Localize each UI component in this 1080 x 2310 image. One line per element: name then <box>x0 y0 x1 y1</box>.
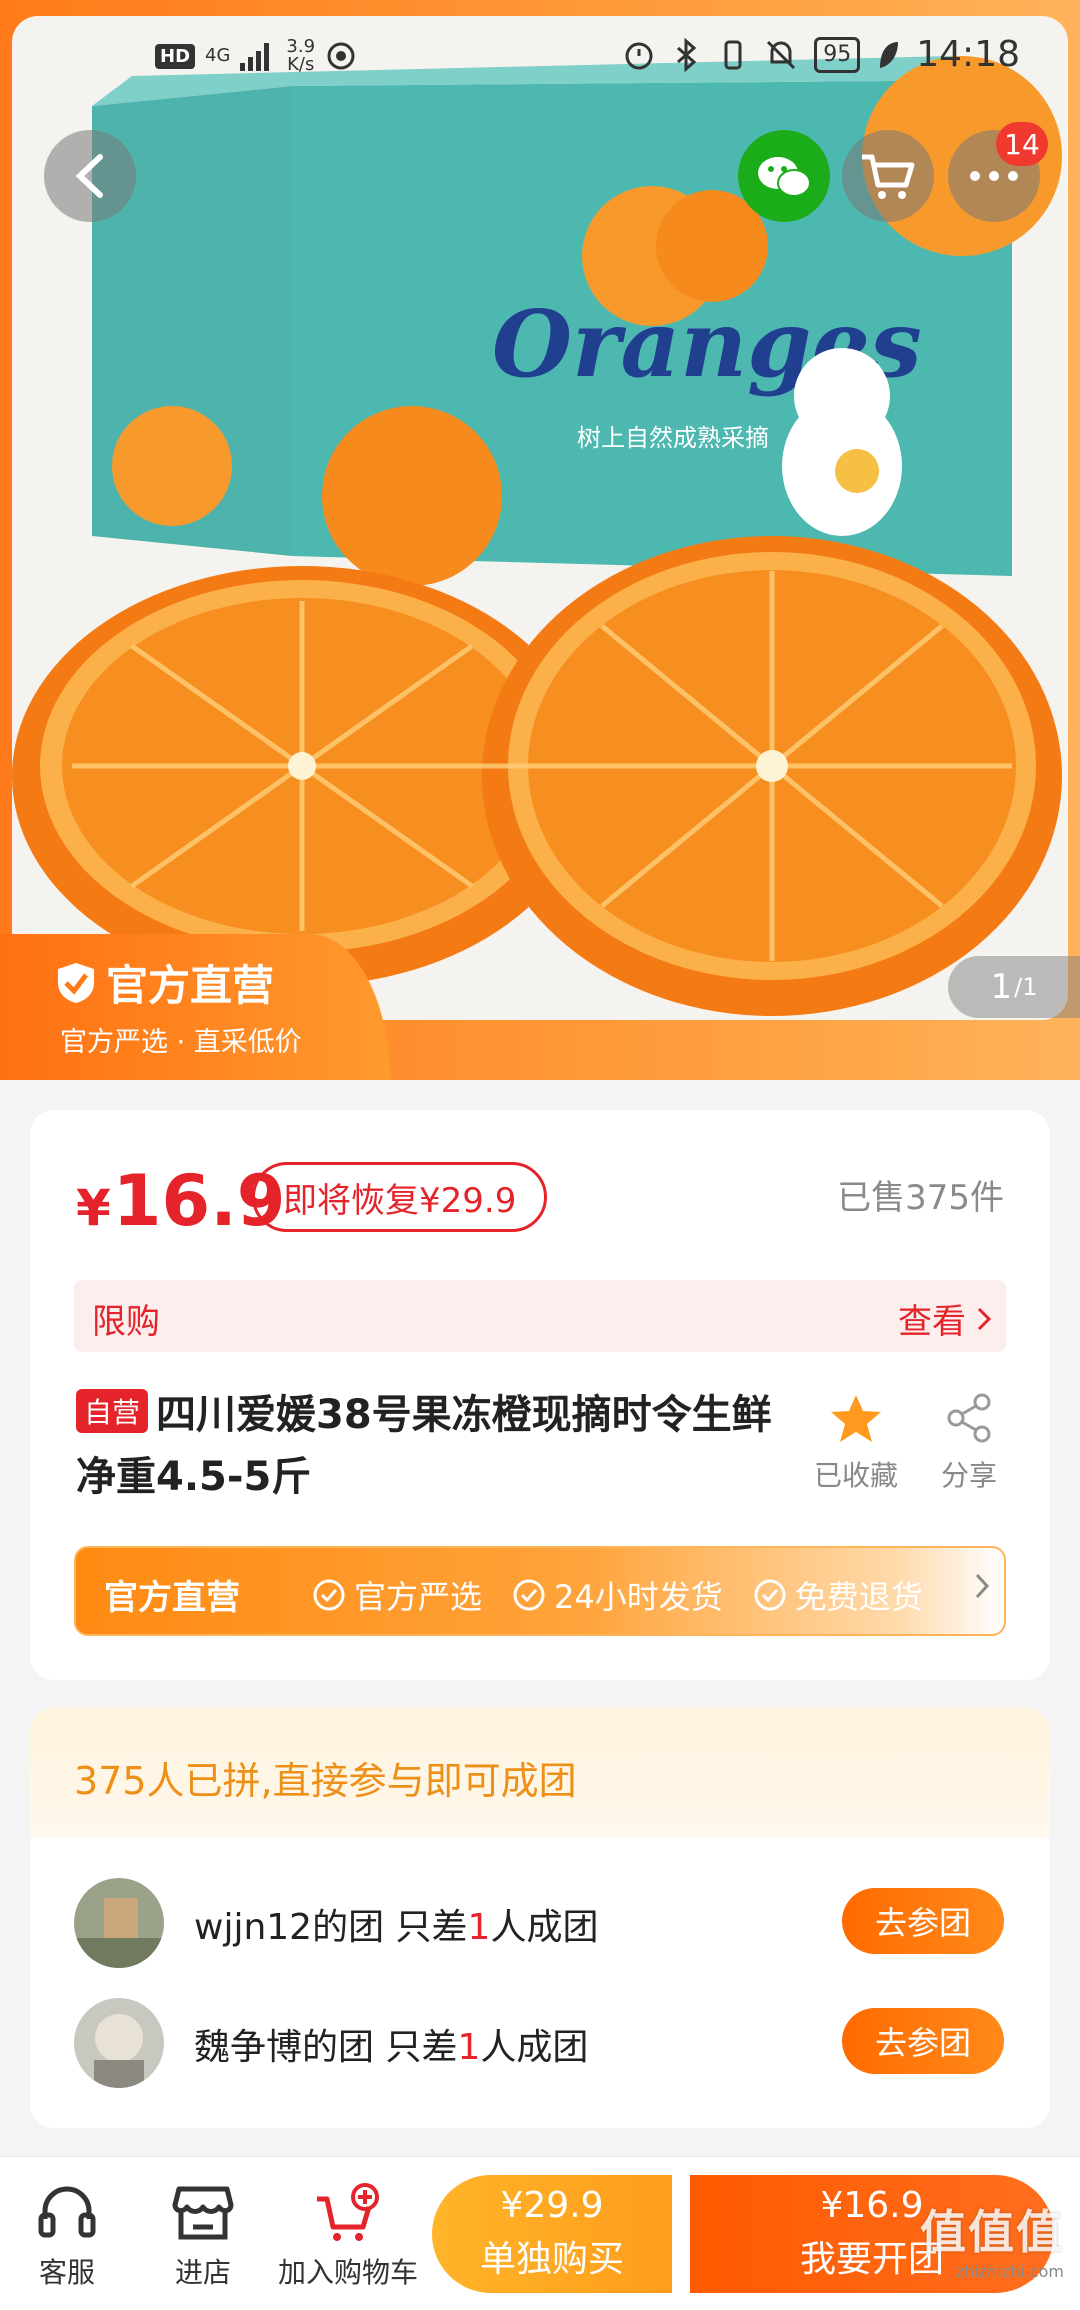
wechat-share-button[interactable] <box>738 130 830 222</box>
site-watermark: 值值值 zhizhizhi.com <box>920 2205 1064 2281</box>
hd-indicator: HD <box>155 43 196 69</box>
wechat-icon <box>758 157 811 197</box>
cart-button[interactable] <box>842 130 934 222</box>
clock: 14:18 <box>916 34 1020 75</box>
cart-icon <box>862 154 915 199</box>
product-gallery[interactable]: Oranges 树上自然成熟采摘 HD 4G 3.9 K/s 95 14:18 … <box>0 0 1080 1080</box>
network-speed: 3.9 K/s <box>286 36 316 75</box>
customer-service-button[interactable]: 客服 <box>24 2183 110 2291</box>
hotspot-icon <box>327 42 355 70</box>
bottom-action-bar: 客服 进店 加入购物车 ¥29.9 单独购买 ¥16.9 我要开团 <box>0 2156 1080 2310</box>
star-icon <box>831 1395 881 1442</box>
add-to-cart-button[interactable]: 加入购物车 <box>268 2183 428 2291</box>
group-buy-header: 375人已拼,直接参与即可成团 <box>30 1708 1050 1838</box>
product-title: 自营 四川爱媛38号果冻橙现摘时令生鲜净重4.5-5斤 <box>76 1384 776 1508</box>
favorite-button[interactable]: 已收藏 <box>806 1392 906 1494</box>
leaf-icon <box>880 41 899 68</box>
guarantee-item: 免费退货 <box>753 1572 923 1618</box>
join-group-button[interactable]: 去参团 <box>842 2008 1004 2074</box>
group-row: 魏争博的团 只差1人成团 去参团 <box>30 1988 1050 2098</box>
avatar <box>74 1878 164 1968</box>
official-title: 官方直营 <box>106 961 275 1010</box>
store-button[interactable]: 进店 <box>160 2183 246 2291</box>
avatar-image <box>74 1998 164 2088</box>
buy-alone-label: 单独购买 <box>479 2239 624 2280</box>
limit-label: 限购 <box>92 1302 160 1342</box>
guarantee-item: 24小时发货 <box>512 1572 723 1618</box>
self-operated-tag: 自营 <box>76 1389 149 1433</box>
battery-level: 95 <box>814 36 861 73</box>
add-cart-icon <box>317 2183 379 2241</box>
shield-check-icon <box>58 962 94 1003</box>
check-circle-icon <box>754 1579 786 1611</box>
store-label: 进店 <box>174 2256 231 2289</box>
check-circle-icon <box>513 1579 545 1611</box>
svg-text:树上自然成熟采摘: 树上自然成熟采摘 <box>577 424 769 452</box>
join-group-button[interactable]: 去参团 <box>842 1888 1004 1954</box>
price-restore-badge: 即将恢复¥29.9 <box>252 1162 548 1232</box>
headset-icon <box>38 2186 96 2238</box>
chevron-left-icon <box>75 154 103 198</box>
purchase-limit-bar[interactable]: 限购 查看 <box>74 1280 1006 1352</box>
customer-service-label: 客服 <box>38 2256 95 2289</box>
store-icon <box>172 2186 234 2240</box>
guarantee-item: 官方严选 <box>312 1572 482 1618</box>
sold-count: 已售375件 <box>837 1178 1004 1218</box>
more-button[interactable]: 14 <box>948 122 1048 222</box>
limit-view-link[interactable]: 查看 <box>898 1294 992 1343</box>
group-buy-header-text: 375人已拼,直接参与即可成团 <box>74 1759 577 1803</box>
avatar-image <box>74 1878 164 1968</box>
buy-alone-price: ¥29.9 <box>500 2185 604 2226</box>
more-icon <box>970 171 1018 181</box>
mute-icon <box>767 40 796 69</box>
status-bar: HD 4G 3.9 K/s 95 14:18 <box>0 28 1080 98</box>
official-subtitle: 官方严选 · 直采低价 <box>60 1027 302 1058</box>
buy-alone-button[interactable]: ¥29.9 单独购买 <box>432 2175 672 2293</box>
service-guarantee-bar[interactable]: 官方直营 官方严选 24小时发货 免费退货 <box>74 1546 1006 1636</box>
vibrate-icon <box>724 40 742 69</box>
back-button[interactable] <box>44 130 136 222</box>
share-button[interactable]: 分享 <box>924 1392 1014 1494</box>
favorite-label: 已收藏 <box>813 1459 898 1492</box>
avatar <box>74 1998 164 2088</box>
share-icon <box>947 1393 991 1443</box>
group-row: wjjn12的团 只差1人成团 去参团 <box>30 1868 1050 1978</box>
group-buy-card: 375人已拼,直接参与即可成团 wjjn12的团 只差1人成团 去参团 魏争博的… <box>30 1708 1050 2128</box>
share-label: 分享 <box>940 1459 997 1492</box>
guarantee-title: 官方直营 <box>104 1578 240 1618</box>
product-title-text: 四川爱媛38号果冻橙现摘时令生鲜净重4.5-5斤 <box>76 1392 772 1500</box>
bluetooth-icon <box>677 37 697 72</box>
chevron-right-icon <box>977 1307 992 1330</box>
check-circle-icon <box>313 1579 345 1611</box>
official-store-banner: 官方直营 官方严选 · 直采低价 <box>0 934 390 1080</box>
image-page-indicator: 1/1 <box>948 956 1080 1018</box>
product-info-card: ¥16.9 即将恢复¥29.9 已售375件 限购 查看 自营 四川爱媛38号果冻… <box>30 1110 1050 1680</box>
network-type: 4G <box>205 45 231 66</box>
chevron-right-icon <box>975 1573 990 1599</box>
alarm-icon <box>625 42 653 69</box>
group-row-text: wjjn12的团 只差1人成团 <box>194 1907 599 1948</box>
group-row-text: 魏争博的团 只差1人成团 <box>194 2027 589 2068</box>
message-count-badge: 14 <box>996 122 1048 166</box>
add-to-cart-label: 加入购物车 <box>277 2256 418 2289</box>
signal-icon <box>240 43 270 71</box>
